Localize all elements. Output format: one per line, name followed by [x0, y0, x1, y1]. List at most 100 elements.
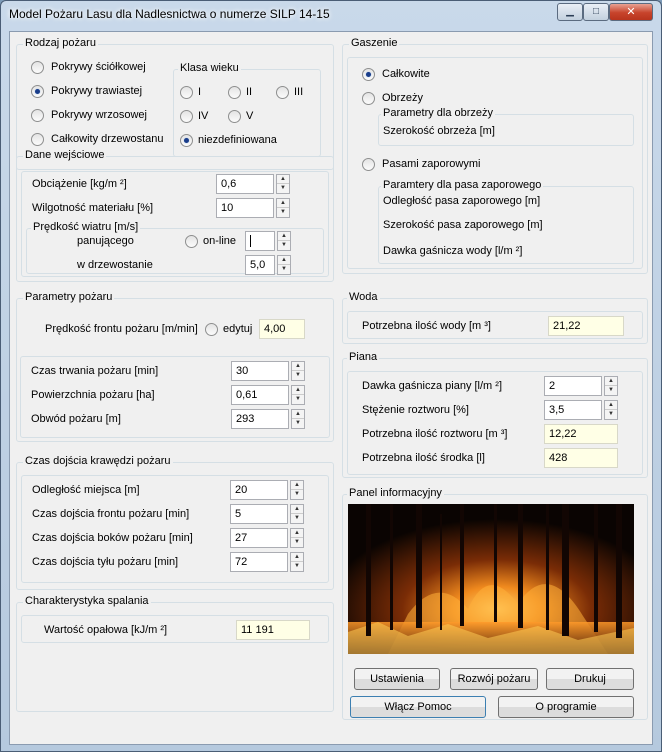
forest-fire-picture [348, 504, 634, 654]
czas-dojscia-group: Czas dojścia krawędzi pożaru Odległość m… [16, 455, 334, 590]
label-calkowity-drzewostanu: Całkowity drzewostanu [51, 133, 164, 145]
obwod-label: Obwód pożaru [m] [31, 413, 121, 425]
obciazenie-spinner[interactable]: ▲ ▼ [276, 174, 290, 194]
radio-klasa-ii[interactable] [228, 86, 241, 99]
radio-calkowity-drzewostanu[interactable] [31, 133, 44, 146]
obwod-input[interactable]: 293 [231, 409, 289, 429]
pas-params-title: Paramtery dla pasa zaporowego [381, 179, 544, 191]
on-line-label: on-line [203, 235, 237, 247]
minimize-button[interactable]: ▁ [557, 3, 583, 21]
label-pokrywy-wrzosowej: Pokrywy wrzosowej [51, 109, 147, 121]
label-pokrywy-trawiastej: Pokrywy trawiastej [51, 85, 143, 97]
window-title: Model Pożaru Lasu dla Nadlesnictwa o num… [9, 7, 330, 21]
radio-on-line[interactable] [185, 235, 198, 248]
stezenie-input[interactable]: 3,5 [544, 400, 602, 420]
gaszenie-inner: Całkowite Obrzeży Parametry dla obrzeży … [347, 57, 643, 269]
woda-group: Woda Potrzebna ilość wody [m ³] 21,22 [342, 291, 648, 344]
powierzchnia-label: Powierzchnia pożaru [ha] [31, 389, 155, 401]
ustawienia-button[interactable]: Ustawienia [354, 668, 440, 690]
czas-frontu-spinner[interactable]: ▲ ▼ [290, 504, 304, 524]
panujacego-input[interactable] [245, 231, 275, 251]
wilgotnosc-input[interactable]: 10 [216, 198, 274, 218]
wilgotnosc-label: Wilgotność materiału [%] [32, 202, 154, 214]
dane-wejsciowe-group: Dane wejściowe Obciążenie [kg/m ²] 0,6 ▲… [16, 149, 334, 282]
radio-pokrywy-trawiastej[interactable] [31, 85, 44, 98]
maximize-button[interactable]: □ [583, 3, 609, 21]
predkosc-frontu-label: Prędkość frontu pożaru [m/min] [45, 323, 198, 335]
rodzaj-pozaru-title: Rodzaj pożaru [23, 37, 98, 49]
dawka-piany-input[interactable]: 2 [544, 376, 602, 396]
ilosc-srodka-value: 428 [544, 448, 618, 468]
czas-trwania-input[interactable]: 30 [231, 361, 289, 381]
odleglosc-pasa-label: Odległość pasa zaporowego [m] [383, 195, 541, 207]
piana-group: Piana Dawka gaśnicza piany [l/m ²] 2 ▲ ▼ … [342, 351, 648, 478]
radio-calkowite[interactable] [362, 68, 375, 81]
powierzchnia-input[interactable]: 0,61 [231, 385, 289, 405]
wlacz-pomoc-button[interactable]: Włącz Pomoc [350, 696, 486, 718]
dane-inner: Obciążenie [kg/m ²] 0,6 ▲ ▼ Wilgotność ma… [21, 171, 329, 277]
drzewostanie-input[interactable]: 5,0 [245, 255, 275, 275]
panel-informacyjny-title: Panel informacyjny [347, 487, 444, 499]
radio-klasa-v[interactable] [228, 110, 241, 123]
czas-dojscia-title: Czas dojścia krawędzi pożaru [23, 455, 173, 467]
czas-bokow-spinner[interactable]: ▲ ▼ [290, 528, 304, 548]
charakterystyka-spalania-title: Charakterystyka spalania [23, 595, 151, 607]
czas-frontu-label: Czas dojścia frontu pożaru [min] [32, 508, 190, 520]
obrzezy-params-group: Parametry dla obrzeży Szerokość obrzeża … [378, 107, 634, 146]
czas-bokow-input[interactable]: 27 [230, 528, 288, 548]
wartosc-opalowa-label: Wartość opałowa [kJ/m ²] [44, 624, 168, 636]
title-bar[interactable]: Model Pożaru Lasu dla Nadlesnictwa o num… [1, 1, 661, 29]
czas-tylu-spinner[interactable]: ▲ ▼ [290, 552, 304, 572]
szerokosc-obrzeza-label: Szerokość obrzeża [m] [383, 125, 495, 137]
dawka-piany-spinner[interactable]: ▲ ▼ [604, 376, 618, 396]
calkowite-label: Całkowite [382, 68, 430, 80]
dane-wejsciowe-title: Dane wejściowe [23, 149, 107, 161]
predkosc-frontu-value: 4,00 [259, 319, 305, 339]
radio-klasa-niezdefiniowana[interactable] [180, 134, 193, 147]
radio-klasa-i[interactable] [180, 86, 193, 99]
o-programie-button[interactable]: O programie [498, 696, 634, 718]
label-pokrywy-sciolkowej: Pokrywy ściółkowej [51, 61, 146, 73]
drukuj-button[interactable]: Drukuj [546, 668, 634, 690]
czas-frontu-input[interactable]: 5 [230, 504, 288, 524]
radio-pokrywy-wrzosowej[interactable] [31, 109, 44, 122]
drzewostanie-spinner[interactable]: ▲ ▼ [277, 255, 291, 275]
woda-title: Woda [347, 291, 380, 303]
radio-edytuj[interactable] [205, 323, 218, 336]
drzewostanie-label: w drzewostanie [77, 259, 153, 271]
czas-trwania-box: Czas trwania pożaru [min] 30 ▲ ▼ Powierzc… [20, 356, 330, 438]
radio-pasami-zaporowymi[interactable] [362, 158, 375, 171]
pasami-zaporowymi-label: Pasami zaporowymi [382, 158, 481, 170]
czas-dojscia-inner: Odległość miejsca [m] 20 ▲ ▼ Czas dojścia… [21, 475, 329, 583]
wilgotnosc-spinner[interactable]: ▲ ▼ [276, 198, 290, 218]
label-klasa-v: V [246, 110, 254, 122]
radio-klasa-iv[interactable] [180, 110, 193, 123]
czas-trwania-spinner[interactable]: ▲ ▼ [291, 361, 305, 381]
panujacego-spinner[interactable]: ▲ ▼ [277, 231, 291, 251]
piana-inner: Dawka gaśnicza piany [l/m ²] 2 ▲ ▼ Stężen… [347, 371, 643, 475]
charakterystyka-spalania-group: Charakterystyka spalania Wartość opałowa… [16, 595, 334, 712]
stezenie-spinner[interactable]: ▲ ▼ [604, 400, 618, 420]
radio-klasa-iii[interactable] [276, 86, 289, 99]
close-button[interactable]: ✕ [609, 3, 653, 21]
obciazenie-input[interactable]: 0,6 [216, 174, 274, 194]
potrzebna-woda-value: 21,22 [548, 316, 624, 336]
obwod-spinner[interactable]: ▲ ▼ [291, 409, 305, 429]
label-klasa-iv: IV [198, 110, 209, 122]
piana-title: Piana [347, 351, 380, 363]
rozwoj-pozaru-button[interactable]: Rozwój pożaru [450, 668, 538, 690]
powierzchnia-spinner[interactable]: ▲ ▼ [291, 385, 305, 405]
odleglosc-miejsca-input[interactable]: 20 [230, 480, 288, 500]
radio-pokrywy-sciolkowej[interactable] [31, 61, 44, 74]
gaszenie-group: Gaszenie Całkowite Obrzeży Parametry dla… [342, 37, 648, 274]
szerokosc-pasa-label: Szerokość pasa zaporowego [m] [383, 219, 543, 231]
obrzezy-params-title: Parametry dla obrzeży [381, 107, 496, 119]
label-klasa-ii: II [246, 86, 253, 98]
czas-tylu-input[interactable]: 72 [230, 552, 288, 572]
label-klasa-niezdefiniowana: niezdefiniowana [198, 134, 277, 146]
radio-obrzezy[interactable] [362, 92, 375, 105]
dawka-piany-label: Dawka gaśnicza piany [l/m ²] [362, 380, 502, 392]
czas-bokow-label: Czas dojścia boków pożaru [min] [32, 532, 193, 544]
odleglosc-miejsca-spinner[interactable]: ▲ ▼ [290, 480, 304, 500]
label-klasa-iii: III [294, 86, 304, 98]
